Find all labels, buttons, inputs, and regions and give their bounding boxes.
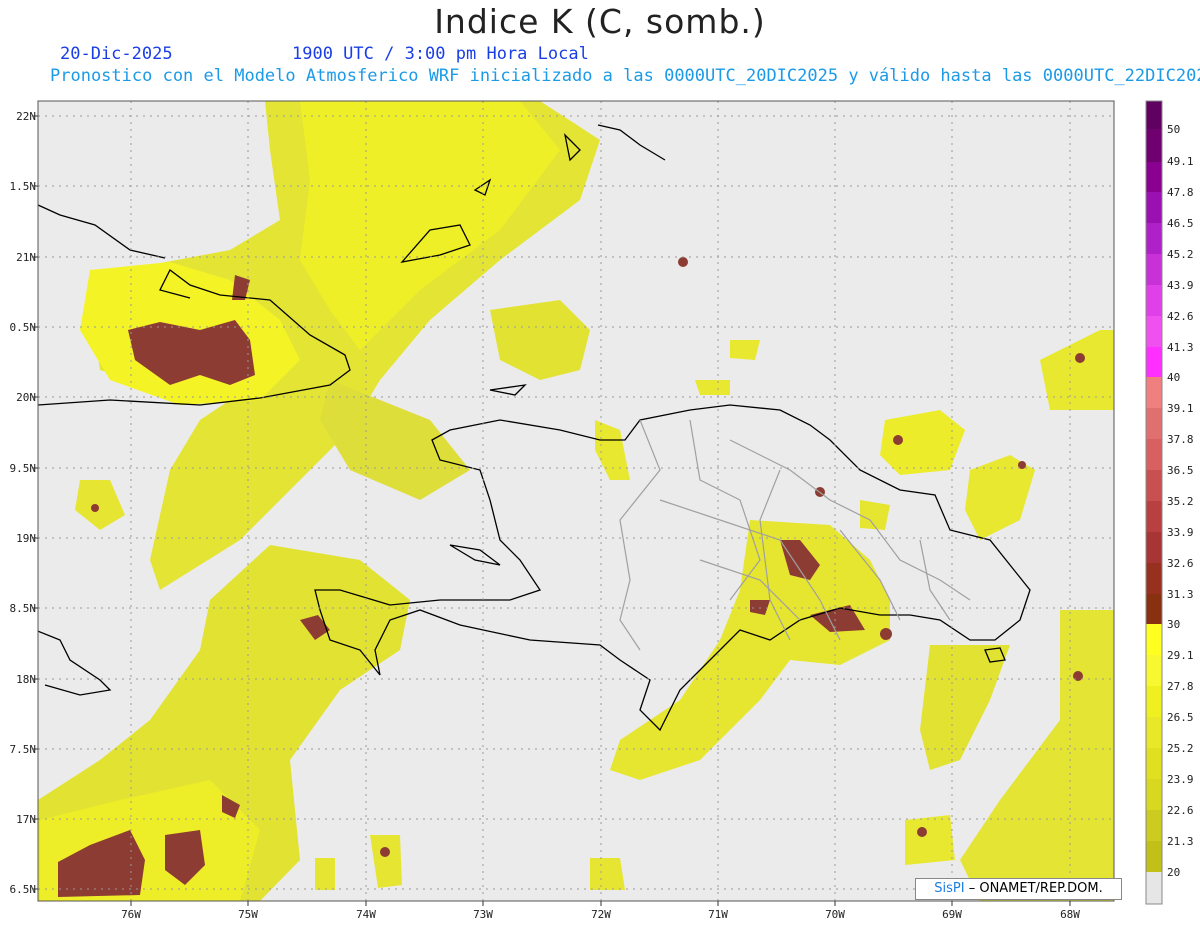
colorbar-label: 49.1 [1167, 155, 1194, 168]
colorbar-label: 29.1 [1167, 649, 1194, 662]
colorbar-swatch [1146, 129, 1162, 162]
colorbar-label: 27.8 [1167, 680, 1194, 693]
colorbar-swatch [1146, 872, 1162, 904]
colorbar-swatch [1146, 686, 1162, 717]
colorbar-swatch [1146, 841, 1162, 872]
colorbar-swatch [1146, 285, 1162, 316]
colorbar-swatch [1146, 779, 1162, 810]
lon-label: 70W [825, 908, 845, 921]
lon-label: 69W [942, 908, 962, 921]
colorbar-swatch [1146, 532, 1162, 563]
colorbar-swatch [1146, 748, 1162, 779]
colorbar-swatch [1146, 439, 1162, 470]
colorbar-label: 32.6 [1167, 557, 1194, 570]
credit-text: – ONAMET/REP.DOM. [968, 881, 1103, 896]
colorbar-swatch [1146, 192, 1162, 223]
colorbar-swatch [1146, 162, 1162, 192]
sispi-logo: SisPI [934, 881, 965, 896]
colorbar-label: 45.2 [1167, 248, 1194, 261]
lon-label: 75W [238, 908, 258, 921]
colorbar-label: 25.2 [1167, 742, 1194, 755]
colorbar-swatch [1146, 624, 1162, 655]
colorbar [1145, 100, 1163, 905]
lat-label: 17N [16, 813, 36, 826]
colorbar-label: 46.5 [1167, 217, 1194, 230]
colorbar-swatch [1146, 347, 1162, 377]
colorbar-swatch [1146, 470, 1162, 501]
lat-label: 7.5N [9, 743, 37, 756]
lon-label: 74W [356, 908, 376, 921]
colorbar-label: 20 [1167, 866, 1181, 879]
colorbar-label: 31.3 [1167, 588, 1194, 601]
colorbar-swatch [1146, 563, 1162, 594]
colorbar-swatch [1146, 254, 1162, 285]
colorbar-swatch [1146, 377, 1162, 408]
colorbar-label: 43.9 [1167, 279, 1194, 292]
colorbar-label: 26.5 [1167, 711, 1194, 724]
colorbar-swatch [1146, 594, 1162, 624]
colorbar-label: 22.6 [1167, 804, 1194, 817]
colorbar-swatch [1146, 316, 1162, 347]
colorbar-label: 33.9 [1167, 526, 1194, 539]
colorbar-label: 23.9 [1167, 773, 1194, 786]
colorbar-swatch [1146, 408, 1162, 439]
lon-label: 71W [708, 908, 728, 921]
colorbar-swatch [1146, 501, 1162, 532]
credit-box: SisPI – ONAMET/REP.DOM. [915, 878, 1122, 900]
colorbar-swatch [1146, 655, 1162, 686]
colorbar-label: 40 [1167, 371, 1181, 384]
map-panel [33, 100, 1163, 906]
colorbar-swatch [1146, 223, 1162, 254]
colorbar-label: 42.6 [1167, 310, 1194, 323]
lon-label: 76W [121, 908, 141, 921]
colorbar-label: 41.3 [1167, 341, 1194, 354]
colorbar-label: 37.8 [1167, 433, 1194, 446]
lat-label: 18N [16, 673, 36, 686]
lat-label: 19N [16, 532, 36, 545]
colorbar-label: 50 [1167, 123, 1181, 136]
colorbar-label: 39.1 [1167, 402, 1194, 415]
lat-label: 6.5N [9, 883, 37, 896]
lat-label: 1.5N [9, 180, 37, 193]
colorbar-label: 47.8 [1167, 186, 1194, 199]
lat-label: 9.5N [9, 462, 37, 475]
colorbar-label: 35.2 [1167, 495, 1194, 508]
colorbar-label: 21.3 [1167, 835, 1194, 848]
colorbar-label: 30 [1167, 618, 1181, 631]
lat-label: 8.5N [9, 602, 37, 615]
colorbar-swatch [1146, 101, 1162, 129]
lat-label: 21N [16, 251, 36, 264]
lon-label: 73W [473, 908, 493, 921]
lat-label: 22N [16, 110, 36, 123]
lat-label: 0.5N [9, 321, 37, 334]
colorbar-swatch [1146, 717, 1162, 748]
lon-label: 68W [1060, 908, 1080, 921]
colorbar-swatch [1146, 810, 1162, 841]
lat-label: 20N [16, 391, 36, 404]
lon-label: 72W [591, 908, 611, 921]
colorbar-label: 36.5 [1167, 464, 1194, 477]
